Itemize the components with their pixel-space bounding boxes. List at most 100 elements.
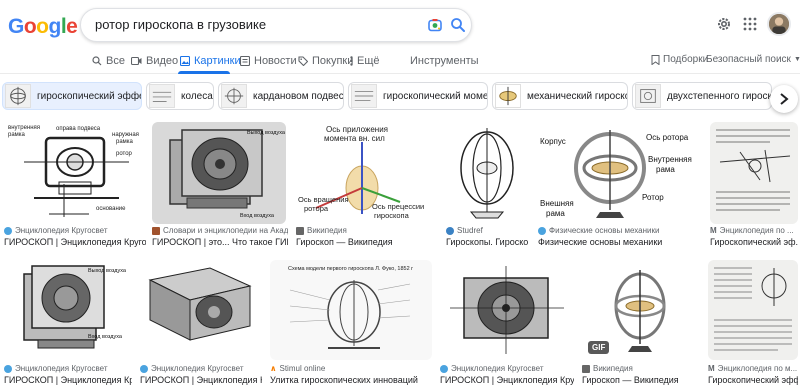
chip-mechanical-gyro[interactable]: механический гироскоп <box>492 82 628 110</box>
result-source[interactable]: Энциклопедия Кругосвет <box>4 364 132 373</box>
safesearch-dropdown[interactable]: Безопасный поиск ▼ <box>706 54 800 65</box>
source-label: Википедия <box>307 226 347 235</box>
result-caption[interactable]: ГИРОСКОП | Энциклопедия Кругосвет <box>4 237 146 247</box>
gear-icon[interactable] <box>716 16 732 32</box>
related-chips: гироскопический эффект колеса кардановом… <box>0 80 800 114</box>
google-logo[interactable]: Google <box>8 15 78 39</box>
result-caption[interactable]: Гироскоп — Википедия <box>296 237 434 247</box>
chip-thumbnail <box>351 84 377 108</box>
result-source[interactable]: Физические основы механики <box>538 226 702 235</box>
image-result[interactable]: Ось приложения момента вн. сил Ось враще… <box>296 122 434 250</box>
diagram-label: рама <box>546 209 565 218</box>
result-caption[interactable]: Гироскоп — Википедия <box>582 375 700 385</box>
chip-label: двухстепенного гироскопа <box>667 90 772 102</box>
tab-all[interactable]: Все <box>92 54 125 68</box>
image-result[interactable]: Выход воздуха Вход воздуха Энциклопедия … <box>4 260 132 388</box>
tab-label: Покупки <box>312 55 354 67</box>
google-lens-icon[interactable] <box>427 17 443 33</box>
collections-label: Подборки <box>663 54 709 65</box>
result-source[interactable]: ∧ Stimul online <box>270 364 432 373</box>
result-caption[interactable]: ГИРОСКОП | Энциклопедия Кругосвет <box>4 375 132 385</box>
image-result[interactable]: Энциклопедия Кругосвет ГИРОСКОП | Энцикл… <box>440 260 574 388</box>
collections-link[interactable]: Подборки <box>651 54 708 65</box>
tab-news[interactable]: Новости <box>240 54 297 68</box>
chip-wheels[interactable]: колеса <box>146 82 214 110</box>
result-source[interactable]: Википедия <box>296 226 434 235</box>
result-thumbnail[interactable] <box>446 122 528 224</box>
diagram-label: Ось приложения <box>326 125 388 134</box>
m-favicon: M <box>708 364 715 373</box>
chip-gyro-effect[interactable]: гироскопический эффект <box>2 82 142 110</box>
favicon <box>440 364 448 373</box>
chip-label: гироскопический эффект <box>37 90 141 102</box>
result-thumbnail[interactable] <box>708 260 798 360</box>
search-box[interactable] <box>80 8 472 42</box>
result-thumbnail[interactable]: GIF <box>582 260 700 360</box>
chip-thumbnail <box>635 84 661 108</box>
image-result[interactable]: M Энциклопедия по м... Гироскопический эф… <box>708 260 798 388</box>
chip-thumbnail <box>5 84 31 108</box>
result-source[interactable]: Энциклопедия Кругосвет <box>140 364 262 373</box>
diagram-label: момента вн. сил <box>324 134 385 143</box>
tools-label: Инструменты <box>410 55 479 67</box>
image-result[interactable]: Выход воздуха Вход воздуха Словари и энц… <box>152 122 288 250</box>
image-result[interactable]: Studref Гироскопы. Гироскопические... <box>446 122 528 250</box>
image-result[interactable]: Схема модели первого гироскопа Л. Фуко, … <box>270 260 432 388</box>
image-icon <box>180 56 190 66</box>
result-thumbnail[interactable]: Ось приложения момента вн. сил Ось враще… <box>296 122 434 224</box>
result-source[interactable]: Википедия <box>582 364 700 373</box>
image-result[interactable]: M Энциклопедия по ... Гироскопический эф.… <box>710 122 798 250</box>
result-thumbnail[interactable]: Схема модели первого гироскопа Л. Фуко, … <box>270 260 432 360</box>
logo-letter: g <box>48 15 62 38</box>
tab-shopping[interactable]: Покупки <box>298 54 353 68</box>
favicon <box>296 226 304 235</box>
result-thumbnail[interactable]: Выход воздуха Вход воздуха <box>152 122 286 224</box>
result-caption[interactable]: Гироскопы. Гироскопические... <box>446 237 528 247</box>
chip-two-degree-gyro[interactable]: двухстепенного гироскопа <box>632 82 772 110</box>
tab-label: Видео <box>146 55 179 67</box>
chip-gimbal[interactable]: кардановом подвесе <box>218 82 344 110</box>
result-source[interactable]: Studref <box>446 226 528 235</box>
logo-letter: o <box>36 15 49 38</box>
image-result[interactable]: GIF Википедия Гироскоп — Википедия <box>582 260 700 388</box>
result-caption[interactable]: Физические основы механики <box>538 237 702 247</box>
result-thumbnail[interactable]: внутренняя рамка оправа подвеса наружная… <box>4 122 146 224</box>
tab-images[interactable]: Картинки <box>180 54 241 68</box>
result-thumbnail[interactable] <box>140 260 262 360</box>
result-caption[interactable]: Гироскопический эф... <box>710 237 798 247</box>
tools-button[interactable]: Инструменты <box>410 54 479 68</box>
image-result[interactable]: Энциклопедия Кругосвет ГИРОСКОП | Энцикл… <box>140 260 262 388</box>
result-caption[interactable]: Улитка гироскопических инноваций <box>270 375 432 385</box>
tab-more[interactable]: Ещё <box>350 54 380 68</box>
result-caption[interactable]: ГИРОСКОП | это... Что такое ГИРОСК... <box>152 237 288 247</box>
source-label: Энциклопедия Кругосвет <box>15 226 108 235</box>
search-icon[interactable] <box>450 17 466 33</box>
result-source[interactable]: M Энциклопедия по м... <box>708 364 798 373</box>
result-thumbnail[interactable] <box>440 260 574 360</box>
source-label: Википедия <box>593 364 633 373</box>
result-source[interactable]: Энциклопедия Кругосвет <box>440 364 574 373</box>
tag-icon <box>298 56 308 66</box>
result-thumbnail[interactable]: Корпус Ось ротора Внутренняя рама Внешня… <box>538 122 702 224</box>
diagram-label: Внутренняя <box>648 155 692 164</box>
logo-letter: o <box>23 15 37 38</box>
result-thumbnail[interactable]: Выход воздуха Вход воздуха <box>4 260 132 360</box>
stimul-favicon: ∧ <box>270 364 277 373</box>
chips-next-button[interactable] <box>770 85 798 113</box>
image-result[interactable]: Корпус Ось ротора Внутренняя рама Внешня… <box>538 122 702 250</box>
search-input[interactable] <box>95 17 395 32</box>
result-caption[interactable]: ГИРОСКОП | Энциклопедия Кругосвет <box>440 375 574 385</box>
apps-grid-icon[interactable] <box>743 17 757 31</box>
tab-video[interactable]: Видео <box>131 54 178 68</box>
gif-badge: GIF <box>588 341 610 354</box>
result-source[interactable]: Энциклопедия Кругосвет <box>4 226 146 235</box>
result-caption[interactable]: Гироскопический эфф... <box>708 375 798 385</box>
result-thumbnail[interactable] <box>710 122 798 224</box>
chip-gyro-moment[interactable]: гироскопический момент <box>348 82 488 110</box>
image-result[interactable]: внутренняя рамка оправа подвеса наружная… <box>4 122 146 250</box>
account-avatar[interactable] <box>767 12 791 36</box>
chip-thumbnail <box>149 84 175 108</box>
result-source[interactable]: M Энциклопедия по ... <box>710 226 798 235</box>
result-source[interactable]: Словари и энциклопедии на Акад... <box>152 226 288 235</box>
result-caption[interactable]: ГИРОСКОП | Энциклопедия Кругосвет <box>140 375 262 385</box>
